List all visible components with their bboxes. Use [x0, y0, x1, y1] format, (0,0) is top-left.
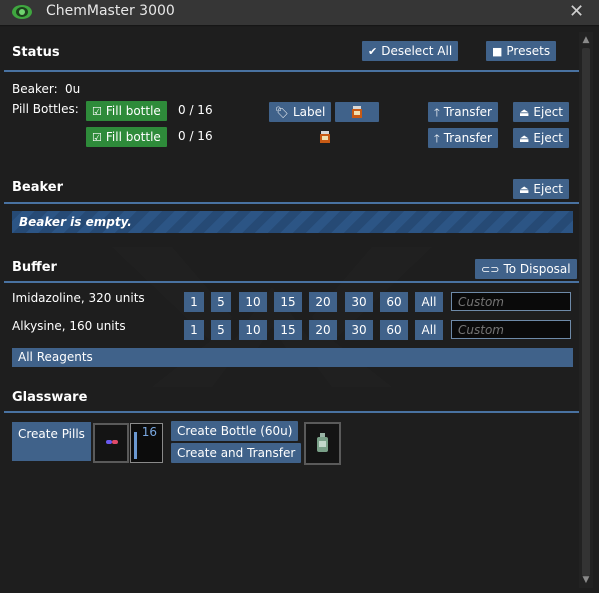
- fill-bottle-1-label: Fill bottle: [105, 104, 161, 118]
- custom-amount-input[interactable]: [451, 320, 571, 339]
- amount-30-button[interactable]: 30: [345, 292, 373, 312]
- eject-icon: ⏏: [519, 183, 530, 196]
- amount-10-button[interactable]: 10: [239, 320, 267, 340]
- amount-20-button[interactable]: 20: [309, 320, 337, 340]
- bottle-2-count: 0 / 16: [178, 129, 213, 143]
- deselect-all-button[interactable]: ✔ Deselect All: [362, 41, 459, 61]
- arrow-up-icon: 🡑: [434, 106, 440, 119]
- eject-beaker-button[interactable]: ⏏ Eject: [513, 179, 570, 199]
- window-title: ChemMaster 3000: [46, 3, 175, 19]
- presets-label: Presets: [506, 44, 551, 58]
- amount-30-button[interactable]: 30: [345, 320, 373, 340]
- all-reagents-button[interactable]: All Reagents: [12, 348, 573, 367]
- amount-60-button[interactable]: 60: [380, 320, 408, 340]
- scroll-up-icon[interactable]: ▲: [579, 35, 593, 45]
- amount-15-button[interactable]: 15: [274, 320, 302, 340]
- title-bar: ChemMaster 3000 ✕: [0, 0, 599, 26]
- eject-icon: ⏏: [519, 106, 530, 119]
- pill-bottle-icon: [352, 106, 362, 118]
- floppy-disk-icon: ■: [492, 45, 503, 58]
- beaker-empty-notice: Beaker is empty.: [12, 211, 573, 233]
- eye-icon: [12, 5, 32, 19]
- transfer-1-label: Transfer: [443, 105, 492, 119]
- amount-1-button[interactable]: 1: [184, 320, 204, 340]
- label-button-text: Label: [292, 105, 326, 119]
- tag-icon: 🏷: [275, 106, 289, 119]
- chemmaster-window: Status ✔ Deselect All ■ Presets Beaker: 0u…: [0, 27, 599, 593]
- arrow-up-icon: 🡑: [434, 132, 440, 145]
- amount-all-button[interactable]: All: [415, 292, 443, 312]
- scrollbar-thumb[interactable]: [582, 48, 590, 576]
- create-bottle-button[interactable]: Create Bottle (60u): [171, 421, 299, 441]
- glassware-heading: Glassware: [12, 390, 88, 405]
- reagent-1-name: Imidazoline, 320 units: [12, 291, 145, 305]
- amount-1-button[interactable]: 1: [184, 292, 204, 312]
- checkbox-icon: ☑: [92, 105, 102, 118]
- pill-count-bar: [134, 432, 137, 459]
- bottle-1-count: 0 / 16: [178, 103, 213, 117]
- checkbox-icon: ☑: [92, 131, 102, 144]
- custom-amount-input[interactable]: [451, 292, 571, 311]
- status-heading: Status: [12, 45, 60, 60]
- reagent-2-name: Alkysine, 160 units: [12, 319, 126, 333]
- create-pills-button[interactable]: Create Pills: [12, 422, 91, 461]
- to-disposal-label: To Disposal: [503, 262, 571, 276]
- pill-bottle-1-slot[interactable]: [335, 102, 379, 122]
- eject-bottle-1-button[interactable]: ⏏ Eject: [513, 102, 570, 122]
- beaker-heading: Beaker: [12, 180, 64, 195]
- eject-bottle-1-label: Eject: [533, 105, 564, 119]
- amount-60-button[interactable]: 60: [380, 292, 408, 312]
- amount-5-button[interactable]: 5: [211, 320, 231, 340]
- deselect-all-label: Deselect All: [381, 44, 453, 58]
- transfer-2-button[interactable]: 🡑 Transfer: [428, 128, 498, 148]
- beaker-label: Beaker:: [12, 82, 58, 96]
- pill-count-value: 16: [141, 425, 157, 439]
- beaker-divider: [4, 202, 579, 204]
- amount-15-button[interactable]: 15: [274, 292, 302, 312]
- pill-bottle-icon[interactable]: [320, 131, 330, 143]
- create-and-transfer-button[interactable]: Create and Transfer: [171, 443, 302, 463]
- pill-icon: [106, 440, 118, 444]
- fill-bottle-1-button[interactable]: ☑ Fill bottle: [86, 101, 167, 121]
- label-button[interactable]: 🏷 Label: [269, 102, 332, 122]
- pill-count-input[interactable]: 16: [130, 423, 163, 463]
- close-button[interactable]: ✕: [569, 1, 584, 22]
- amount-20-button[interactable]: 20: [309, 292, 337, 312]
- eject-bottle-2-label: Eject: [533, 131, 564, 145]
- beaker-volume: 0u: [65, 82, 81, 96]
- scrollbar[interactable]: ▲ ▼: [579, 32, 593, 588]
- eject-beaker-label: Eject: [533, 182, 564, 196]
- buffer-divider: [4, 281, 579, 283]
- toggle-icon: ⊂⊃: [481, 263, 500, 276]
- glassware-divider: [4, 411, 579, 413]
- amount-10-button[interactable]: 10: [239, 292, 267, 312]
- to-disposal-toggle[interactable]: ⊂⊃ To Disposal: [475, 259, 577, 279]
- amount-5-button[interactable]: 5: [211, 292, 231, 312]
- eject-icon: ⏏: [519, 132, 530, 145]
- pill-style-slot[interactable]: [93, 423, 129, 463]
- bottle-style-slot[interactable]: [304, 422, 341, 465]
- pill-bottles-label: Pill Bottles:: [12, 102, 79, 116]
- presets-button[interactable]: ■ Presets: [486, 41, 557, 61]
- status-divider: [4, 70, 579, 72]
- fill-bottle-2-button[interactable]: ☑ Fill bottle: [86, 127, 167, 147]
- double-check-icon: ✔: [368, 45, 378, 58]
- transfer-2-label: Transfer: [443, 131, 492, 145]
- bottle-icon: [317, 433, 328, 452]
- eject-bottle-2-button[interactable]: ⏏ Eject: [513, 128, 570, 148]
- amount-all-button[interactable]: All: [415, 320, 443, 340]
- transfer-1-button[interactable]: 🡑 Transfer: [428, 102, 498, 122]
- fill-bottle-2-label: Fill bottle: [105, 130, 161, 144]
- scroll-down-icon[interactable]: ▼: [579, 575, 593, 585]
- buffer-heading: Buffer: [12, 260, 57, 275]
